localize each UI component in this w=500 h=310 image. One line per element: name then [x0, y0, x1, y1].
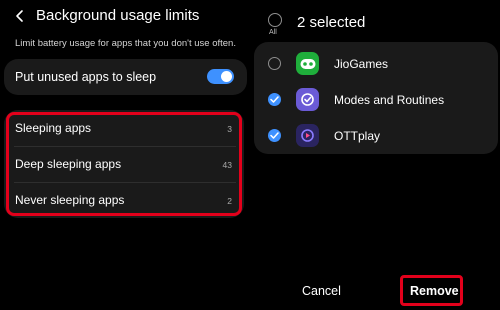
ottplay-icon [296, 124, 319, 147]
modes-routines-icon [296, 88, 319, 111]
modes-routines-checkbox[interactable] [268, 93, 281, 106]
sleeping-apps-label: Sleeping apps [15, 121, 92, 135]
deep-sleeping-apps-count: 43 [222, 160, 232, 170]
never-sleeping-apps-label: Never sleeping apps [15, 193, 125, 207]
ottplay-name: OTTplay [334, 129, 381, 143]
sleep-unused-apps-toggle[interactable] [207, 69, 234, 84]
jiogames-icon [296, 52, 319, 75]
checkmark-icon [270, 96, 279, 103]
back-button[interactable] [10, 6, 30, 26]
toggle-knob [221, 71, 232, 82]
deep-sleeping-apps-label: Deep sleeping apps [15, 157, 122, 171]
sleep-unused-apps-label: Put unused apps to sleep [15, 70, 157, 84]
back-arrow-icon [16, 10, 23, 22]
app-row-jiogames[interactable]: JioGames [254, 45, 498, 81]
app-selection-panel: All 2 selected JioGames Modes and Routin… [250, 0, 500, 310]
jiogames-checkbox[interactable] [268, 57, 281, 70]
never-sleeping-apps-count: 2 [227, 196, 232, 206]
background-usage-panel: Background usage limits Limit battery us… [0, 0, 248, 310]
sleep-unused-apps-row[interactable]: Put unused apps to sleep [4, 59, 247, 95]
modes-routines-name: Modes and Routines [334, 93, 445, 107]
checkmark-icon [270, 132, 279, 139]
sleep-categories-list: Sleeping apps 3 Deep sleeping apps 43 Ne… [4, 110, 244, 218]
screen: Background usage limits Limit battery us… [0, 0, 500, 310]
app-row-ottplay[interactable]: OTTplay [254, 117, 498, 153]
select-all-checkbox[interactable] [268, 13, 282, 27]
sleeping-apps-count: 3 [227, 124, 232, 134]
ottplay-checkbox[interactable] [268, 129, 281, 142]
select-all-label: All [269, 29, 277, 36]
sleeping-apps-row[interactable]: Sleeping apps 3 [4, 110, 244, 146]
app-row-modes-routines[interactable]: Modes and Routines [254, 81, 498, 117]
cancel-button[interactable]: Cancel [302, 284, 341, 298]
selected-count: 2 selected [297, 14, 366, 31]
deep-sleeping-apps-row[interactable]: Deep sleeping apps 43 [4, 146, 244, 182]
remove-button[interactable]: Remove [410, 284, 459, 298]
page-subtitle: Limit battery usage for apps that you do… [15, 38, 236, 49]
never-sleeping-apps-row[interactable]: Never sleeping apps 2 [4, 182, 244, 218]
app-list: JioGames Modes and Routines OTTplay [254, 42, 498, 154]
jiogames-name: JioGames [334, 57, 389, 71]
page-title: Background usage limits [36, 7, 200, 24]
